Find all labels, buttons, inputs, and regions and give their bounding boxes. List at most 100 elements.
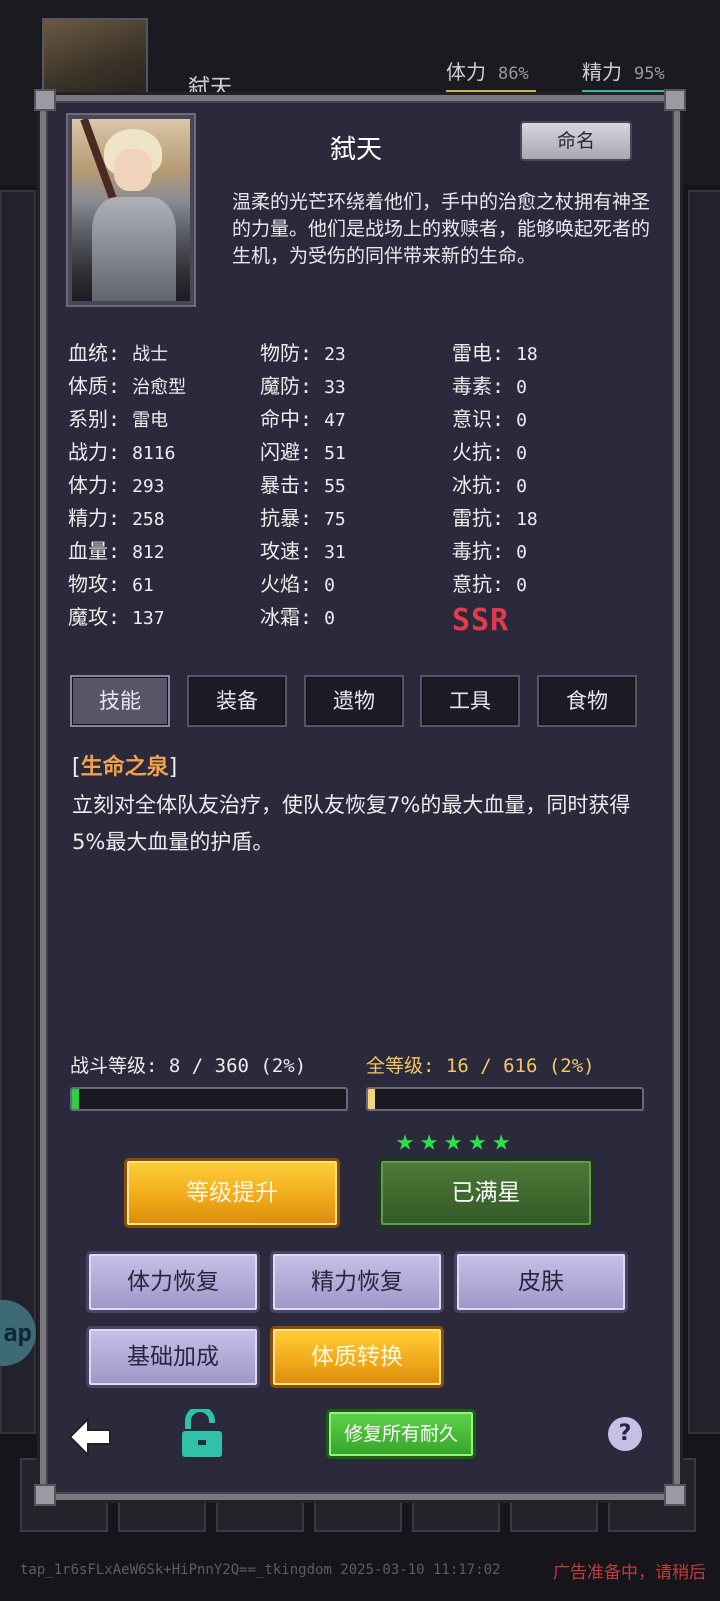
- battle-level: 战斗等级: 8 / 360 (2%): [70, 1051, 306, 1078]
- stat-evasion: 闪避: 51: [260, 436, 346, 469]
- stat-value: 75: [324, 509, 346, 530]
- repair-all-button[interactable]: 修复所有耐久: [326, 1409, 476, 1459]
- energy-restore-button[interactable]: 精力恢复: [270, 1251, 444, 1313]
- skill-description: 立刻对全体队友治疗，使队友恢复7%的最大血量，同时获得5%最大血量的护盾。: [72, 793, 631, 854]
- max-star-button[interactable]: 已满星: [378, 1158, 594, 1228]
- stat-frost-resist: 冰抗: 0: [452, 469, 538, 502]
- star-icon: ★: [396, 1123, 421, 1158]
- stat-crit-resist: 抗暴: 75: [260, 502, 346, 535]
- stat-fire-resist: 火抗: 0: [452, 436, 538, 469]
- battle-level-bar: [70, 1087, 348, 1111]
- stat-value: 雷电: [132, 410, 169, 431]
- stat-mind-resist: 意抗: 0: [452, 568, 538, 601]
- stat-frost: 冰霜: 0: [260, 601, 346, 634]
- stat-value: 8116: [132, 443, 176, 464]
- stat-value: 812: [132, 542, 165, 563]
- unlock-icon[interactable]: [180, 1409, 224, 1459]
- stat-energy: 精力: 258: [68, 502, 186, 535]
- stat-label: 冰霜:: [260, 605, 313, 629]
- battle-level-bar-fill: [72, 1089, 79, 1109]
- frame-corner: [664, 89, 686, 111]
- star-icon: ★: [420, 1123, 445, 1158]
- stats-column-3: 雷电: 18 毒素: 0 意识: 0 火抗: 0 冰抗: 0 雷抗: 18 毒抗…: [452, 337, 538, 641]
- help-icon[interactable]: ?: [608, 1417, 642, 1451]
- skill-bracket-close: ]: [168, 755, 178, 780]
- ad-loading-notice: 广告准备中，请稍后: [553, 1563, 706, 1583]
- back-arrow-icon[interactable]: [68, 1417, 112, 1457]
- stat-lightning-resist: 雷抗: 18: [452, 502, 538, 535]
- stat-label: 暴击:: [260, 473, 313, 497]
- stat-value: 0: [324, 575, 335, 596]
- hero-portrait: [68, 115, 194, 305]
- stamina-restore-button[interactable]: 体力恢复: [86, 1251, 260, 1313]
- stat-value: 23: [324, 344, 346, 365]
- tab-equipment[interactable]: 装备: [187, 675, 287, 727]
- stat-element: 系别: 雷电: [68, 403, 186, 436]
- rarity-badge: SSR: [452, 603, 510, 638]
- stat-value: 31: [324, 542, 346, 563]
- stat-label: 闪避:: [260, 440, 313, 464]
- footer-device-id: tap_1r6sFLxAeW6Sk+HiPnnY2Q==_tkingdom 20…: [20, 1562, 501, 1578]
- stat-label: 意抗:: [452, 572, 505, 596]
- frame-corner: [34, 1484, 56, 1506]
- total-level: 全等级: 16 / 616 (2%): [366, 1051, 595, 1078]
- stat-label: 意识:: [452, 407, 505, 431]
- stat-value: 33: [324, 377, 346, 398]
- stat-stamina: 体力: 293: [68, 469, 186, 502]
- stat-label: 火焰:: [260, 572, 313, 596]
- total-level-value: 16 / 616 (2%): [445, 1055, 595, 1077]
- stat-value: 137: [132, 608, 165, 629]
- stat-hp: 血量: 812: [68, 535, 186, 568]
- stat-label: 血量:: [68, 539, 121, 563]
- stat-label: 攻速:: [260, 539, 313, 563]
- stat-value: 0: [516, 410, 527, 431]
- stat-label: 雷电:: [452, 341, 505, 365]
- star-icon: ★: [468, 1123, 493, 1158]
- level-up-button[interactable]: 等级提升: [124, 1158, 340, 1228]
- stat-value: 51: [324, 443, 346, 464]
- stat-label: 物攻:: [68, 572, 121, 596]
- stat-poison-resist: 毒抗: 0: [452, 535, 538, 568]
- skill-title: [生命之泉]: [72, 749, 177, 781]
- stat-label: 血统:: [68, 341, 121, 365]
- stat-label: 毒素:: [452, 374, 505, 398]
- tab-relics[interactable]: 遗物: [304, 675, 404, 727]
- stat-label: 体质:: [68, 374, 121, 398]
- stat-label: 毒抗:: [452, 539, 505, 563]
- stat-value: 0: [324, 608, 335, 629]
- frame-corner: [664, 1484, 686, 1506]
- stat-power: 战力: 8116: [68, 436, 186, 469]
- skill-name: 生命之泉: [80, 755, 169, 780]
- total-level-label: 全等级:: [366, 1055, 435, 1077]
- base-bonus-button[interactable]: 基础加成: [86, 1326, 260, 1388]
- tab-skills[interactable]: 技能: [70, 675, 170, 727]
- stat-value: 61: [132, 575, 154, 596]
- background-right-panel: [688, 190, 720, 1434]
- tab-food[interactable]: 食物: [537, 675, 637, 727]
- total-level-bar-fill: [368, 1089, 375, 1109]
- stat-label: 雷抗:: [452, 506, 505, 530]
- skin-button[interactable]: 皮肤: [454, 1251, 628, 1313]
- stat-poison: 毒素: 0: [452, 370, 538, 403]
- background-left-panel: [0, 190, 36, 1434]
- hero-name: 弑天: [329, 135, 382, 165]
- rename-button[interactable]: 命名: [520, 121, 632, 161]
- stats-column-2: 物防: 23 魔防: 33 命中: 47 闪避: 51 暴击: 55 抗暴: 7…: [260, 337, 346, 634]
- stat-label: 战力:: [68, 440, 121, 464]
- stat-accuracy: 命中: 47: [260, 403, 346, 436]
- stat-attack-speed: 攻速: 31: [260, 535, 346, 568]
- stat-label: 物防:: [260, 341, 313, 365]
- background-stamina-pct: 86%: [498, 64, 529, 84]
- stat-value: 18: [516, 509, 538, 530]
- stat-value: 0: [516, 575, 527, 596]
- detail-tabs: 技能 装备 遗物 工具 食物: [70, 675, 646, 731]
- background-energy-pct: 95%: [634, 64, 665, 84]
- stat-physical-attack: 物攻: 61: [68, 568, 186, 601]
- hero-detail-dialog: 弑天 命名 温柔的光芒环绕着他们，手中的治愈之杖拥有神圣的力量。他们是战场上的救…: [34, 89, 686, 1506]
- battle-level-value: 8 / 360 (2%): [168, 1055, 307, 1077]
- tab-tools[interactable]: 工具: [420, 675, 520, 727]
- stat-label: 体力:: [68, 473, 121, 497]
- stat-mind: 意识: 0: [452, 403, 538, 436]
- constitution-change-button[interactable]: 体质转换: [270, 1326, 444, 1388]
- stat-value: 战士: [132, 344, 169, 365]
